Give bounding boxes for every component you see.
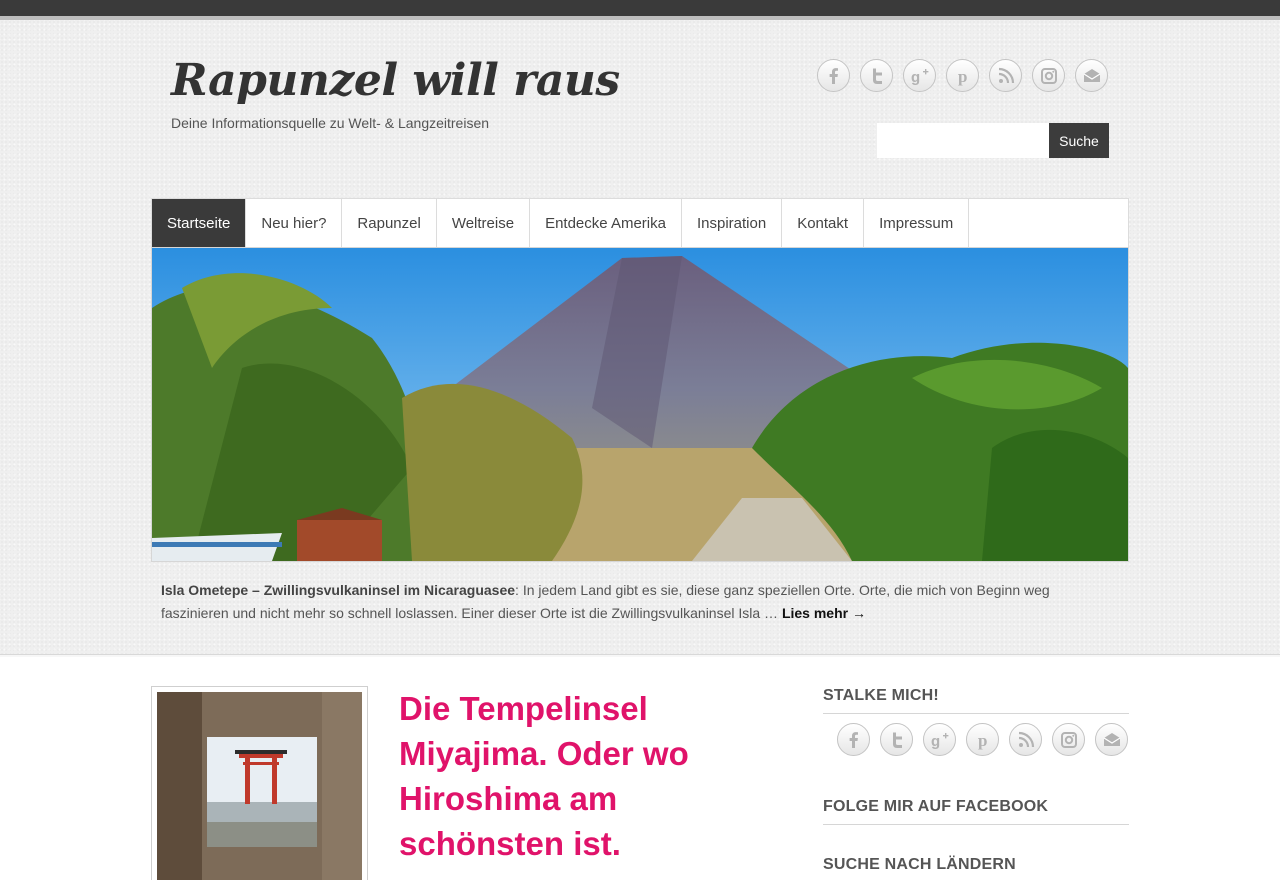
- widget-divider: [823, 713, 1129, 714]
- widget-title-facebook: FOLGE MIR AUF FACEBOOK: [823, 798, 1049, 815]
- svg-text:p: p: [978, 731, 987, 750]
- svg-text:p: p: [958, 67, 967, 86]
- nav-item-kontakt[interactable]: Kontakt: [782, 199, 865, 247]
- widget-divider: [823, 824, 1129, 825]
- search-input[interactable]: [877, 123, 1049, 158]
- top-bar: [0, 0, 1280, 16]
- featured-hero-image[interactable]: [151, 247, 1129, 562]
- twitter-icon[interactable]: [860, 59, 893, 92]
- email-icon[interactable]: [1075, 59, 1108, 92]
- nav-item-impressum[interactable]: Impressum: [864, 199, 970, 247]
- torii-gate-image: [157, 692, 362, 880]
- featured-excerpt: Isla Ometepe – Zwillingsvulkaninsel im N…: [161, 579, 1121, 625]
- nav-item-entdecke-amerika[interactable]: Entdecke Amerika: [530, 199, 682, 247]
- nav-item-neu-hier[interactable]: Neu hier?: [246, 199, 343, 247]
- nav-item-startseite[interactable]: Startseite: [152, 199, 247, 247]
- rss-icon[interactable]: [1009, 723, 1042, 756]
- svg-text:g: g: [911, 69, 920, 86]
- header-separator: [0, 655, 1280, 657]
- google-plus-icon[interactable]: g: [903, 59, 936, 92]
- sidebar-social-icons: g p: [837, 723, 1128, 756]
- main-navigation: Startseite Neu hier? Rapunzel Weltreise …: [151, 198, 1129, 248]
- pinterest-icon[interactable]: p: [946, 59, 979, 92]
- facebook-icon[interactable]: [817, 59, 850, 92]
- instagram-icon[interactable]: [1032, 59, 1065, 92]
- nav-item-rapunzel[interactable]: Rapunzel: [342, 199, 437, 247]
- featured-title[interactable]: Isla Ometepe – Zwillingsvulkaninsel im N…: [161, 582, 515, 598]
- pinterest-icon[interactable]: p: [966, 723, 999, 756]
- site-title[interactable]: Rapunzel will raus: [171, 55, 620, 106]
- site-tagline: Deine Informationsquelle zu Welt- & Lang…: [171, 115, 490, 131]
- rss-icon[interactable]: [989, 59, 1022, 92]
- post-title-link[interactable]: Die Tempelinsel Miyajima. Oder wo Hirosh…: [399, 686, 779, 866]
- post-thumbnail[interactable]: [151, 686, 368, 880]
- svg-text:g: g: [931, 733, 940, 750]
- nav-item-weltreise[interactable]: Weltreise: [437, 199, 531, 247]
- email-icon[interactable]: [1095, 723, 1128, 756]
- google-plus-icon[interactable]: g: [923, 723, 956, 756]
- widget-title-laender: SUCHE NACH LÄNDERN: [823, 856, 1016, 873]
- instagram-icon[interactable]: [1052, 723, 1085, 756]
- nav-item-inspiration[interactable]: Inspiration: [682, 199, 783, 247]
- twitter-icon[interactable]: [880, 723, 913, 756]
- volcano-landscape-image: [152, 248, 1128, 561]
- facebook-icon[interactable]: [837, 723, 870, 756]
- read-more-link[interactable]: Lies mehr →: [782, 605, 866, 621]
- widget-title-stalke-mich: STALKE MICH!: [823, 687, 939, 704]
- search-button[interactable]: Suche: [1049, 123, 1109, 158]
- header-social-icons: g p: [817, 59, 1108, 92]
